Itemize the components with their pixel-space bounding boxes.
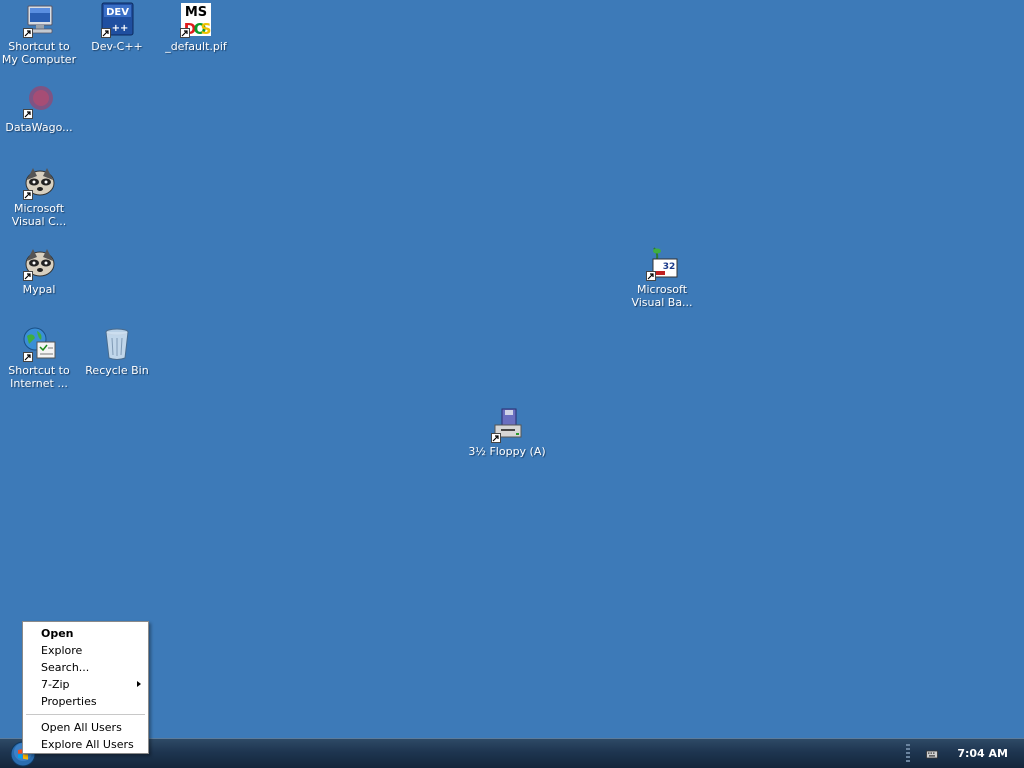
- recycle-bin-icon: [99, 326, 135, 362]
- shortcut-arrow-icon: [23, 28, 33, 38]
- menu-item-explore[interactable]: Explore: [23, 642, 148, 659]
- taskbar: 7:04 AM: [0, 738, 1024, 768]
- desktop-icon-datawagon[interactable]: DataWago...: [0, 83, 78, 134]
- floppy-drive-icon: [489, 407, 525, 443]
- svg-text:DEV: DEV: [106, 7, 129, 18]
- desktop-icon-devcpp[interactable]: DEV ++ Dev-C++: [78, 2, 156, 53]
- menu-item-search[interactable]: Search...: [23, 659, 148, 676]
- desktop-icon-visual-c[interactable]: Microsoft Visual C...: [0, 164, 78, 228]
- desktop-icon-label: Dev-C++: [91, 40, 143, 53]
- menu-item-explore-all-users[interactable]: Explore All Users: [23, 736, 148, 753]
- desktop-icon-visual-basic[interactable]: 32 Microsoft Visual Ba...: [623, 245, 701, 309]
- desktop-icon-floppy[interactable]: 3½ Floppy (A): [462, 407, 552, 458]
- tray-grip[interactable]: [906, 744, 910, 762]
- menu-item-properties[interactable]: Properties: [23, 693, 148, 710]
- menu-item-open[interactable]: Open: [23, 625, 148, 642]
- menu-separator: [26, 714, 145, 715]
- desktop-icon-label: Recycle Bin: [85, 364, 149, 377]
- desktop-icon-recycle-bin[interactable]: Recycle Bin: [78, 326, 156, 377]
- raccoon-icon: [21, 245, 57, 281]
- datawagon-icon: [21, 83, 57, 119]
- submenu-arrow-icon: [137, 681, 141, 687]
- svg-text:S: S: [201, 20, 212, 38]
- desktop-icon-default-pif[interactable]: MS D O S _default.pif: [157, 2, 235, 53]
- desktop-icon-label: _default.pif: [165, 40, 227, 53]
- visual-basic-icon: 32: [644, 245, 680, 281]
- context-menu: Open Explore Search... 7-Zip Properties …: [22, 621, 149, 754]
- shortcut-arrow-icon: [646, 271, 656, 281]
- desktop-icon-label: DataWago...: [5, 121, 73, 134]
- desktop-icon-internet-options[interactable]: Shortcut to Internet ...: [0, 326, 78, 390]
- system-tray: 7:04 AM: [904, 739, 1024, 768]
- menu-item-label: 7-Zip: [41, 678, 70, 691]
- computer-icon: [21, 2, 57, 38]
- menu-item-open-all-users[interactable]: Open All Users: [23, 719, 148, 736]
- desktop-icon-label: Microsoft Visual Ba...: [631, 283, 693, 309]
- shortcut-arrow-icon: [180, 28, 190, 38]
- raccoon-icon: [21, 164, 57, 200]
- menu-item-7zip[interactable]: 7-Zip: [23, 676, 148, 693]
- desktop-icon-label: 3½ Floppy (A): [468, 445, 546, 458]
- msdos-icon: MS D O S: [178, 2, 214, 38]
- shortcut-arrow-icon: [23, 352, 33, 362]
- desktop-icon-mypal[interactable]: Mypal: [0, 245, 78, 296]
- keyboard-icon[interactable]: [926, 748, 938, 760]
- desktop-icon-label: Mypal: [22, 283, 56, 296]
- shortcut-arrow-icon: [23, 190, 33, 200]
- svg-text:++: ++: [112, 23, 129, 34]
- shortcut-arrow-icon: [491, 433, 501, 443]
- desktop-icon-my-computer[interactable]: Shortcut to My Computer: [0, 2, 78, 66]
- clock[interactable]: 7:04 AM: [957, 747, 1008, 760]
- desktop-icon-label: Shortcut to My Computer: [1, 40, 77, 66]
- devcpp-icon: DEV ++: [99, 2, 135, 38]
- svg-text:MS: MS: [185, 5, 207, 20]
- desktop[interactable]: Shortcut to My Computer DEV ++ Dev-C++ M…: [0, 0, 1024, 768]
- svg-text:32: 32: [663, 262, 676, 272]
- shortcut-arrow-icon: [101, 28, 111, 38]
- desktop-icon-label: Shortcut to Internet ...: [8, 364, 70, 390]
- shortcut-arrow-icon: [23, 271, 33, 281]
- desktop-icon-label: Microsoft Visual C...: [11, 202, 67, 228]
- internet-options-icon: [21, 326, 57, 362]
- shortcut-arrow-icon: [23, 109, 33, 119]
